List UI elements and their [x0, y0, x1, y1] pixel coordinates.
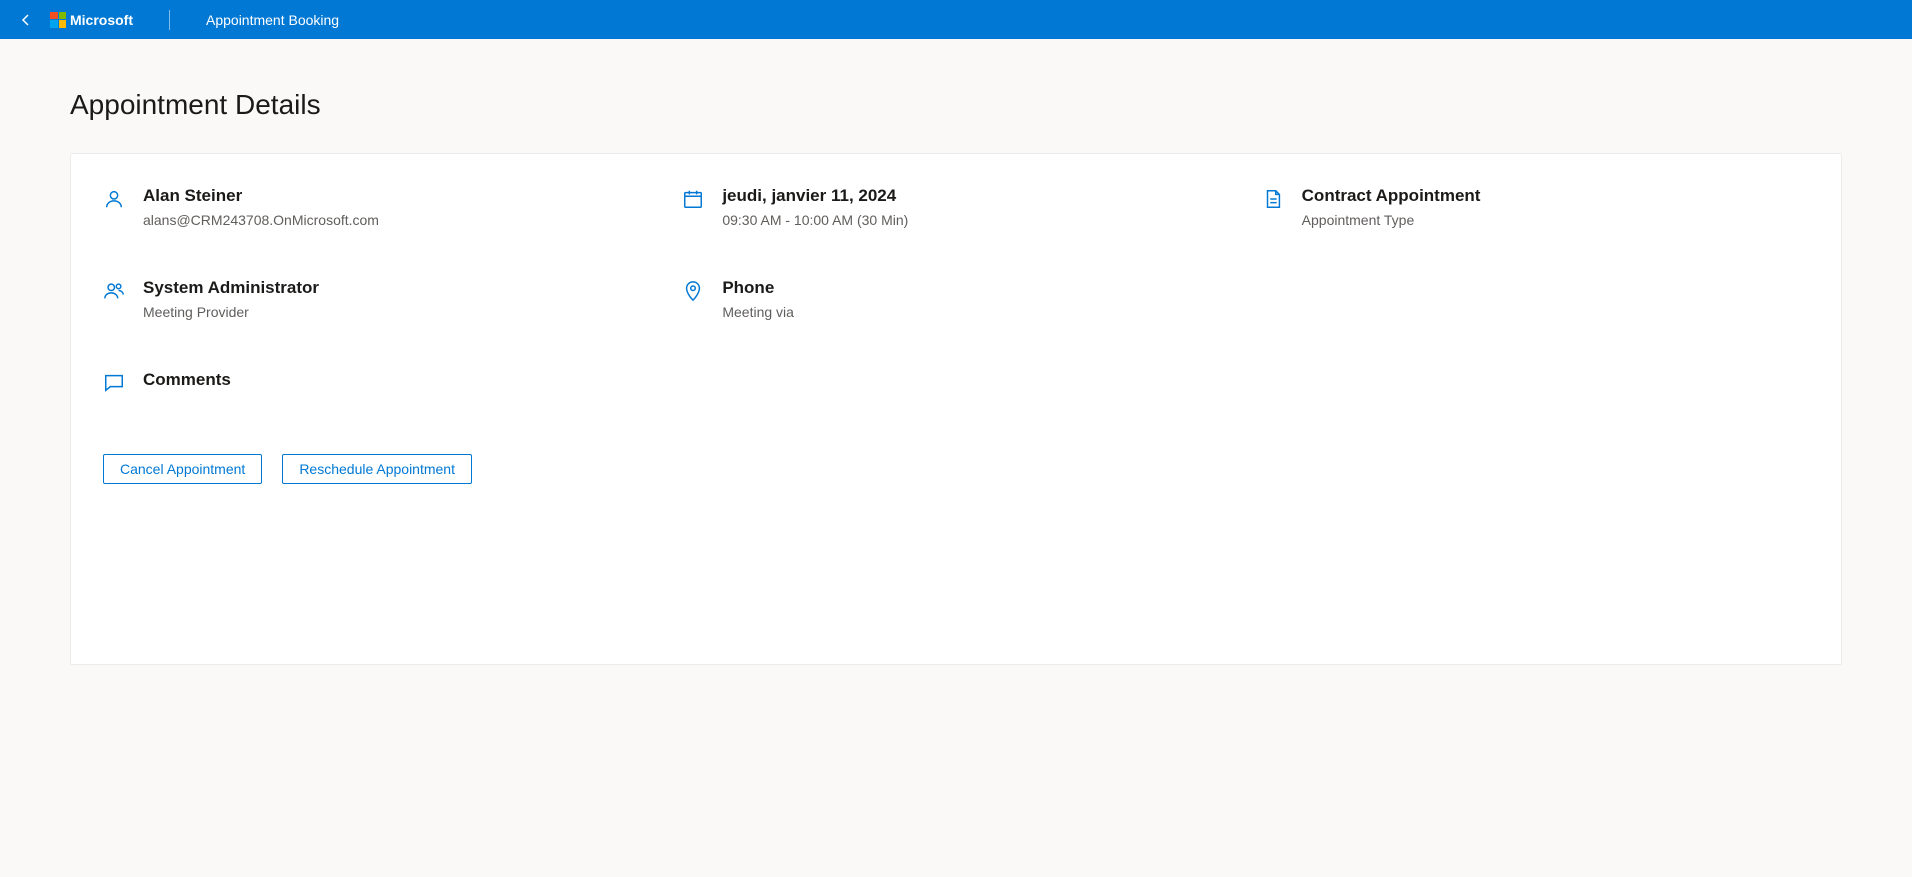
microsoft-logo: Microsoft [50, 12, 133, 28]
detail-location: Phone Meeting via [682, 278, 1229, 320]
details-card: Alan Steiner alans@CRM243708.OnMicrosoft… [70, 153, 1842, 665]
detail-date: jeudi, janvier 11, 2024 09:30 AM - 10:00… [682, 186, 1229, 228]
comments-label: Comments [143, 370, 231, 390]
microsoft-logo-icon [50, 12, 66, 28]
back-button[interactable] [12, 0, 40, 39]
person-email: alans@CRM243708.OnMicrosoft.com [143, 212, 379, 228]
document-icon [1262, 188, 1284, 210]
person-name: Alan Steiner [143, 186, 379, 206]
detail-comments: Comments [103, 370, 1809, 394]
chevron-left-icon [18, 12, 34, 28]
main-content: Appointment Details Alan Steiner alans@C… [0, 39, 1912, 665]
time-value: 09:30 AM - 10:00 AM (30 Min) [722, 212, 908, 228]
provider-label: Meeting Provider [143, 304, 319, 320]
comment-icon [103, 372, 125, 394]
location-label: Meeting via [722, 304, 794, 320]
app-header: Microsoft Appointment Booking [0, 0, 1912, 39]
cancel-appointment-button[interactable]: Cancel Appointment [103, 454, 262, 484]
location-pin-icon [682, 280, 704, 302]
location-name: Phone [722, 278, 794, 298]
person-icon [103, 188, 125, 210]
people-icon [103, 280, 125, 302]
header-title: Appointment Booking [206, 12, 339, 28]
type-name: Contract Appointment [1302, 186, 1481, 206]
details-grid: Alan Steiner alans@CRM243708.OnMicrosoft… [103, 186, 1809, 394]
date-value: jeudi, janvier 11, 2024 [722, 186, 908, 206]
reschedule-appointment-button[interactable]: Reschedule Appointment [282, 454, 472, 484]
calendar-icon [682, 188, 704, 210]
detail-type: Contract Appointment Appointment Type [1262, 186, 1809, 228]
microsoft-logo-text: Microsoft [70, 12, 133, 28]
detail-provider: System Administrator Meeting Provider [103, 278, 650, 320]
action-buttons: Cancel Appointment Reschedule Appointmen… [103, 454, 1809, 484]
provider-name: System Administrator [143, 278, 319, 298]
header-divider [169, 10, 170, 30]
detail-person: Alan Steiner alans@CRM243708.OnMicrosoft… [103, 186, 650, 228]
page-title: Appointment Details [70, 89, 1842, 121]
type-label: Appointment Type [1302, 212, 1481, 228]
